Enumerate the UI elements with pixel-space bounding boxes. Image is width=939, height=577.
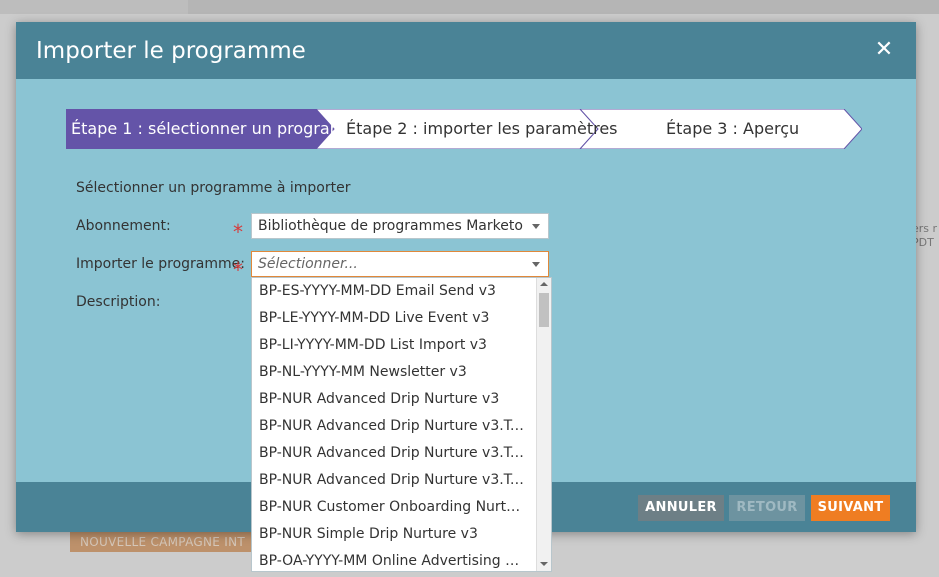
dialog-header: Importer le programme ✕ — [16, 22, 916, 79]
list-item[interactable]: BP-NUR Simple Drip Nurture v3 — [252, 521, 529, 548]
step-2-label[interactable]: Étape 2 : importer les paramètres — [346, 109, 618, 149]
scroll-down-icon[interactable] — [540, 562, 548, 566]
back-button[interactable]: RETOUR — [729, 495, 805, 521]
program-select[interactable]: Sélectionner... — [251, 251, 549, 277]
list-item[interactable]: BP-NUR Advanced Drip Nurture v3.Topi... — [252, 440, 529, 467]
list-item[interactable]: BP-LI-YYYY-MM-DD List Import v3 — [252, 332, 529, 359]
scroll-up-icon[interactable] — [540, 282, 548, 286]
form-intro: Sélectionner un programme à importer — [76, 180, 351, 196]
wizard-steps: Étape 1 : sélectionner un programme Étap… — [66, 109, 862, 149]
program-label: Importer le programme: — [76, 256, 245, 272]
next-button[interactable]: SUIVANT — [811, 495, 890, 521]
step-1-label[interactable]: Étape 1 : sélectionner un programme — [71, 109, 371, 149]
program-select-placeholder: Sélectionner... — [258, 256, 358, 272]
step-3-label[interactable]: Étape 3 : Aperçu — [666, 109, 799, 149]
chevron-down-icon — [532, 224, 540, 229]
description-label: Description: — [76, 294, 161, 310]
chevron-down-icon — [532, 262, 540, 267]
list-item[interactable]: BP-NL-YYYY-MM Newsletter v3 — [252, 359, 529, 386]
close-icon[interactable]: ✕ — [874, 38, 894, 62]
list-item[interactable]: BP-NUR Customer Onboarding Nurture... — [252, 494, 529, 521]
list-item[interactable]: BP-OA-YYYY-MM Online Advertising w. ... — [252, 548, 529, 571]
subscription-label: Abonnement: — [76, 218, 171, 234]
dialog-title: Importer le programme — [36, 38, 306, 64]
cancel-button[interactable]: ANNULER — [638, 495, 724, 521]
subscription-select[interactable]: Bibliothèque de programmes Marketo — [251, 213, 549, 239]
program-dropdown-list: BP-ES-YYYY-MM-DD Email Send v3 BP-LE-YYY… — [251, 277, 552, 572]
required-asterisk-icon: * — [233, 258, 243, 282]
list-item[interactable]: BP-NUR Advanced Drip Nurture v3.Topi... — [252, 467, 529, 494]
list-item[interactable]: BP-ES-YYYY-MM-DD Email Send v3 — [252, 278, 529, 305]
list-item[interactable]: BP-NUR Advanced Drip Nurture v3 — [252, 386, 529, 413]
scrollbar-thumb[interactable] — [539, 293, 549, 327]
required-asterisk-icon: * — [233, 220, 243, 244]
list-item[interactable]: BP-NUR Advanced Drip Nurture v3.Topi... — [252, 413, 529, 440]
subscription-select-value: Bibliothèque de programmes Marketo — [258, 218, 523, 234]
list-item[interactable]: BP-LE-YYYY-MM-DD Live Event v3 — [252, 305, 529, 332]
dropdown-scrollbar[interactable] — [536, 278, 551, 571]
